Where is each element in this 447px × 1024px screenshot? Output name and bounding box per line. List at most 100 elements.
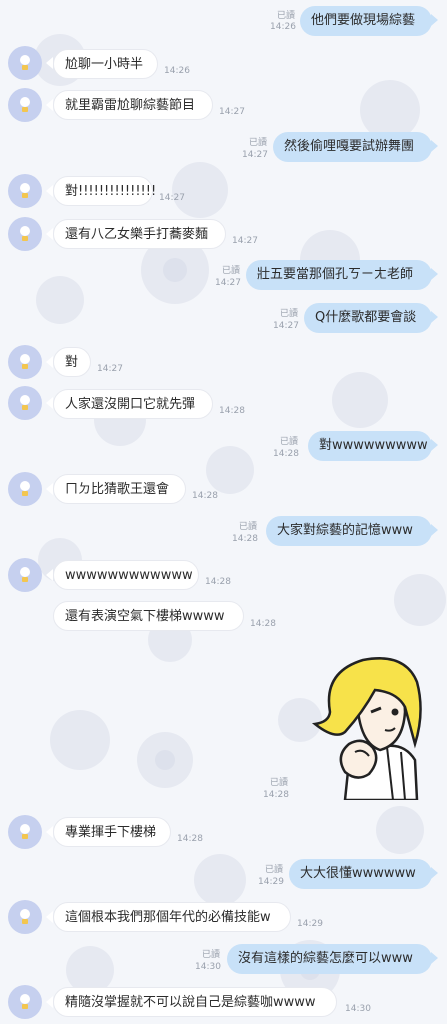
- message-time: 14:26: [270, 22, 296, 32]
- bubble-tail: [46, 826, 53, 838]
- bubble-tail: [46, 397, 53, 409]
- avatar[interactable]: [8, 386, 42, 420]
- message-time: 14:27: [219, 107, 245, 117]
- avatar-face-icon: [20, 481, 30, 491]
- message-time: 14:27: [232, 236, 258, 246]
- message-time: 14:28: [263, 790, 289, 800]
- lightbulb-icon: [22, 919, 28, 924]
- read-receipt: 已讀: [201, 950, 220, 960]
- bubble-tail: [431, 14, 438, 26]
- avatar-face-icon: [20, 226, 30, 236]
- avatar[interactable]: [8, 472, 42, 506]
- lightbulb-icon: [22, 364, 28, 369]
- lightbulb-icon: [22, 405, 28, 410]
- lightbulb-icon: [22, 834, 28, 839]
- message-bubble[interactable]: 這個根本我們那個年代的必備技能w: [53, 902, 291, 932]
- bubble-tail: [431, 140, 438, 152]
- message-time: 14:28: [273, 449, 299, 459]
- message-time: 14:30: [195, 962, 221, 972]
- bubble-tail: [46, 569, 53, 581]
- message-bubble[interactable]: 尬聊一小時半: [53, 49, 158, 79]
- message-bubble[interactable]: 還有八乙女樂手打蕎麥麵: [53, 219, 226, 249]
- message-time: 14:26: [164, 66, 190, 76]
- avatar-face-icon: [20, 909, 30, 919]
- message-bubble[interactable]: 沒有這樣的綜藝怎麼可以www: [227, 944, 432, 974]
- bubble-tail: [46, 185, 53, 197]
- avatar-face-icon: [20, 97, 30, 107]
- avatar-face-icon: [20, 55, 30, 65]
- bubble-tail: [431, 311, 438, 323]
- avatar[interactable]: [8, 815, 42, 849]
- bubble-tail: [431, 867, 438, 879]
- read-receipt: 已讀: [269, 778, 288, 788]
- message-time: 14:28: [192, 491, 218, 501]
- message-bubble[interactable]: 對wwwwwwwww: [308, 431, 432, 461]
- avatar[interactable]: [8, 900, 42, 934]
- bubble-tail: [431, 524, 438, 536]
- message-bubble[interactable]: 大大很懂wwwwww: [289, 859, 432, 889]
- avatar-face-icon: [20, 395, 30, 405]
- pointing-blonde-girl-sticker[interactable]: [305, 652, 430, 800]
- read-receipt: 已讀: [248, 138, 267, 148]
- bubble-tail: [46, 356, 53, 368]
- bubble-tail: [46, 483, 53, 495]
- avatar[interactable]: [8, 985, 42, 1019]
- message-time: 14:27: [215, 278, 241, 288]
- avatar-face-icon: [20, 994, 30, 1004]
- message-bubble[interactable]: Q什麼歌都要會談: [304, 303, 432, 333]
- lightbulb-icon: [22, 107, 28, 112]
- message-time: 14:27: [159, 193, 185, 203]
- message-bubble[interactable]: wwwwwwwwwwww: [53, 560, 199, 590]
- message-time: 14:28: [177, 834, 203, 844]
- read-receipt: 已讀: [221, 266, 240, 276]
- message-time: 14:29: [258, 877, 284, 887]
- message-bubble[interactable]: 精隨沒掌握就不可以說自己是綜藝咖wwww: [53, 987, 337, 1017]
- message-bubble[interactable]: 人家還沒開口它就先彈: [53, 389, 213, 419]
- message-time: 14:28: [205, 577, 231, 587]
- avatar[interactable]: [8, 174, 42, 208]
- avatar-face-icon: [20, 354, 30, 364]
- read-receipt: 已讀: [238, 522, 257, 532]
- message-time: 14:29: [297, 919, 323, 929]
- avatar[interactable]: [8, 345, 42, 379]
- message-bubble[interactable]: 大家對綜藝的記憶www: [266, 516, 432, 546]
- lightbulb-icon: [22, 236, 28, 241]
- bubble-tail: [46, 228, 53, 240]
- lightbulb-icon: [22, 577, 28, 582]
- message-bubble[interactable]: 對: [53, 347, 91, 377]
- lightbulb-icon: [22, 491, 28, 496]
- message-time: 14:27: [273, 321, 299, 331]
- read-receipt: 已讀: [276, 11, 295, 21]
- bubble-tail: [46, 57, 53, 69]
- read-receipt: 已讀: [279, 437, 298, 447]
- message-time: 14:28: [219, 406, 245, 416]
- avatar[interactable]: [8, 88, 42, 122]
- message-bubble[interactable]: ㄇㄉ比猜歌王還會: [53, 474, 186, 504]
- avatar-face-icon: [20, 567, 30, 577]
- avatar[interactable]: [8, 558, 42, 592]
- bubble-tail: [46, 911, 53, 923]
- bubble-tail: [431, 439, 438, 451]
- message-bubble[interactable]: 專業揮手下樓梯: [53, 817, 171, 847]
- avatar[interactable]: [8, 46, 42, 80]
- bubble-tail: [431, 268, 438, 280]
- bubble-tail: [46, 996, 53, 1008]
- message-time: 14:27: [97, 364, 123, 374]
- read-receipt: 已讀: [264, 865, 283, 875]
- message-bubble[interactable]: 壯五要當那個孔ㄎㄧㄤ老師: [246, 260, 432, 290]
- message-bubble[interactable]: 還有表演空氣下樓梯wwww: [53, 601, 244, 631]
- bubble-tail: [431, 952, 438, 964]
- message-time: 14:27: [242, 150, 268, 160]
- message-bubble[interactable]: 然後偷哩嘎要試辦舞團: [273, 132, 432, 162]
- message-time: 14:28: [250, 619, 276, 629]
- message-time: 14:28: [232, 534, 258, 544]
- avatar-face-icon: [20, 824, 30, 834]
- lightbulb-icon: [22, 193, 28, 198]
- message-bubble[interactable]: 對!!!!!!!!!!!!!!!: [53, 176, 156, 206]
- avatar-face-icon: [20, 183, 30, 193]
- message-time: 14:30: [345, 1004, 371, 1014]
- message-bubble[interactable]: 就里霸雷尬聊綜藝節目: [53, 90, 213, 120]
- bubble-tail: [46, 99, 53, 111]
- message-bubble[interactable]: 他們要做現場綜藝: [300, 6, 432, 36]
- avatar[interactable]: [8, 217, 42, 251]
